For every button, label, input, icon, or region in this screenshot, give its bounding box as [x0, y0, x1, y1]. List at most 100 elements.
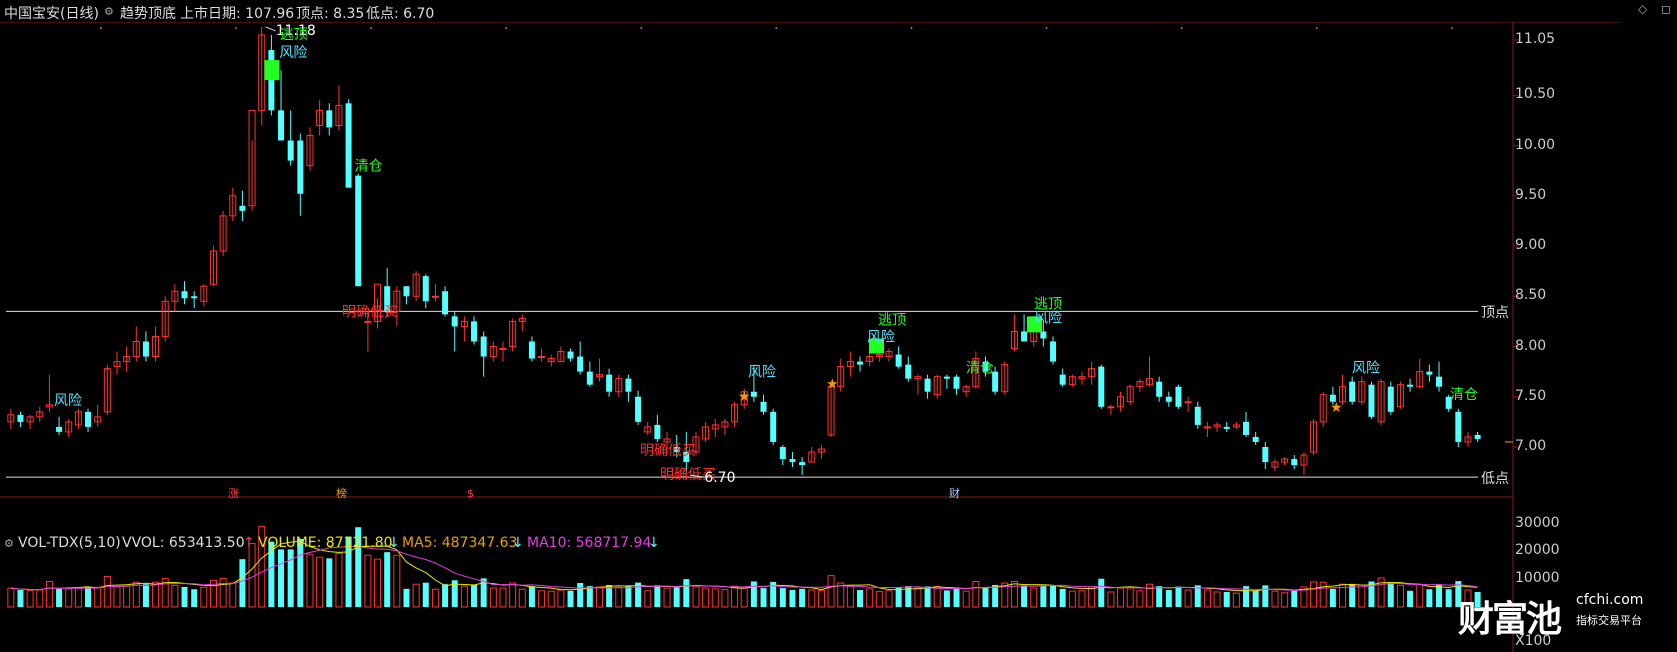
star-marker: ★	[1330, 400, 1343, 416]
volume-bar	[1175, 586, 1182, 607]
volume-bar	[663, 587, 671, 608]
volume-bar	[1059, 588, 1066, 607]
volume-bar	[306, 553, 314, 608]
vol-indicator-name[interactable]: VOL-TDX(5,10)	[18, 535, 121, 551]
candle-body	[1175, 386, 1182, 407]
candle-body	[1243, 421, 1250, 435]
volume-bar	[422, 582, 429, 607]
volume-bar	[94, 586, 102, 608]
volume-bar	[547, 590, 555, 608]
high-marker-line	[265, 26, 276, 32]
star-marker: ★	[826, 377, 839, 393]
candle-body	[403, 286, 410, 297]
volume-bar	[1156, 586, 1163, 607]
volume-bar	[1223, 591, 1230, 607]
candle-body	[1059, 374, 1066, 385]
volume-bar	[1030, 587, 1038, 608]
top-dot	[775, 27, 778, 29]
risk-signal: 风险	[1034, 310, 1062, 326]
ma5-arrow: ↓	[512, 535, 524, 551]
top-dot	[370, 27, 373, 29]
top-dot	[99, 27, 102, 29]
logo-site: cfchi.com	[1576, 592, 1644, 608]
volume-bar	[200, 586, 208, 608]
indicator-name[interactable]: 趋势顶底	[120, 3, 176, 23]
settings-icon[interactable]: ⚙	[104, 5, 114, 18]
top-dot	[910, 27, 913, 29]
volume-bar	[635, 582, 642, 607]
price-tick: 7.50	[1515, 387, 1547, 404]
candle-body	[442, 291, 449, 315]
volume-bar	[1358, 584, 1366, 608]
volume-bar	[1436, 584, 1443, 607]
candle-body	[799, 462, 806, 466]
volume-bar	[933, 586, 941, 608]
volume-bar	[518, 588, 526, 608]
candle-body	[297, 140, 304, 194]
volume-bar	[885, 590, 893, 608]
volume-bar	[287, 549, 294, 607]
low-value: 低点: 6.70	[366, 6, 435, 22]
volume-tick: 10000	[1515, 570, 1560, 587]
volume-header: ⚙ VOL-TDX(5,10) VVOL: 653413.50 ↑ VOLUME…	[0, 535, 1677, 555]
vvol-arrow: ↑	[243, 535, 255, 551]
listing-days: 上市日期: 107.96	[180, 6, 295, 22]
risk-signal: 风险	[748, 365, 776, 381]
volume-bar	[113, 586, 121, 608]
volume-bar	[1396, 584, 1404, 608]
candle-body	[1291, 459, 1298, 466]
candle-body	[789, 459, 796, 463]
volume-bar	[750, 581, 757, 607]
candle-body	[567, 351, 574, 359]
candle-body	[355, 175, 362, 287]
candle-body	[142, 341, 149, 357]
volume-bar	[1088, 586, 1096, 608]
volume-bar	[403, 588, 410, 607]
volume-bar	[364, 554, 372, 608]
volume-bar	[65, 588, 73, 608]
candle-body	[1368, 384, 1375, 417]
price-tick: 10.00	[1515, 136, 1556, 153]
candle-body	[17, 414, 24, 422]
candle-body	[1165, 396, 1172, 402]
volume-bar	[799, 588, 806, 607]
candle-body	[345, 103, 352, 188]
main-chart[interactable]: 11.18逃顶风险清仓风险明确低买明确低买明确低买6.70风险★★逃顶风险清仓逃…	[0, 22, 1620, 652]
candle-body	[1107, 406, 1115, 409]
candle-body	[1474, 434, 1481, 439]
candle-body	[895, 354, 902, 367]
volume-bar	[85, 586, 92, 607]
stock-title[interactable]: 中国宝安(日线)	[4, 3, 99, 23]
candle-body	[278, 110, 285, 141]
volume-bar	[74, 587, 82, 608]
low-line-label: 低点	[1481, 471, 1509, 488]
volume-bar	[499, 587, 507, 608]
volume-bar	[142, 584, 149, 607]
candle-body	[1050, 341, 1057, 362]
volume-bar	[586, 586, 593, 607]
top-dot	[1315, 27, 1318, 29]
candle-body	[1203, 426, 1211, 429]
volume-bar	[1387, 583, 1394, 607]
volume-bar	[335, 552, 343, 608]
volume-bar	[374, 558, 382, 608]
low-marker-label: 6.70	[704, 470, 735, 486]
volume-bar	[1329, 588, 1336, 607]
volume-bar	[711, 588, 719, 608]
buy-signal: 明确低买	[342, 304, 398, 320]
candle-body	[1194, 406, 1201, 425]
volume-bar	[56, 588, 63, 607]
vol-settings-icon[interactable]: ⚙	[4, 537, 14, 550]
volume-bar	[278, 549, 285, 607]
candle-body	[480, 336, 487, 357]
candle-body	[268, 50, 275, 111]
volume-bar	[412, 583, 420, 608]
volume-bar	[1416, 583, 1424, 608]
price-tick: 8.50	[1515, 287, 1547, 304]
candle-body	[635, 396, 642, 422]
volume-bar	[171, 584, 179, 608]
volume-bar	[489, 587, 497, 608]
volume-bar	[895, 587, 902, 607]
volume-bar	[1271, 590, 1279, 608]
ma5-value: MA5: 487347.63	[402, 535, 518, 551]
